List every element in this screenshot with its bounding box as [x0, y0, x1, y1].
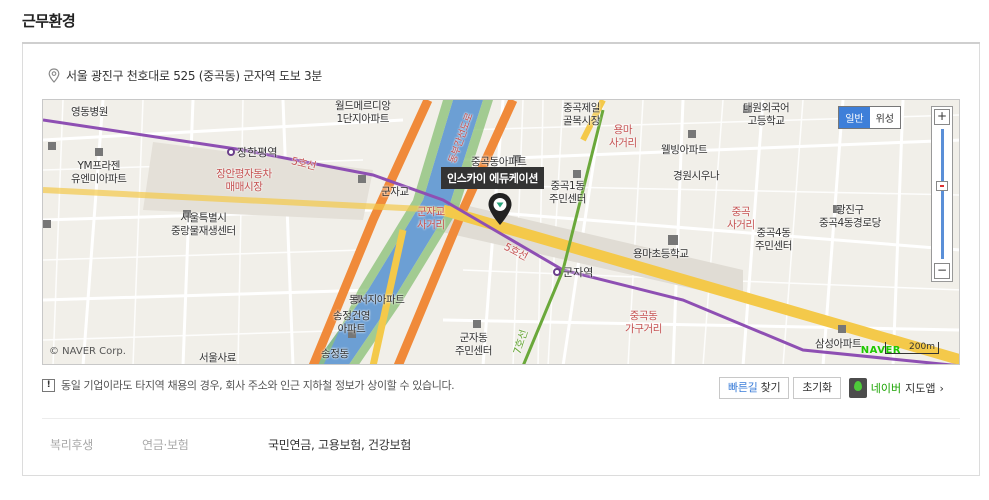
map-poi[interactable]: 용마초등학교 — [633, 248, 689, 261]
map-poi[interactable]: 월드메르디앙 1단지아파트 — [335, 100, 391, 126]
benefit-value: 국민연금, 고용보험, 건강보험 — [268, 438, 411, 452]
address-text: 서울 광진구 천호대로 525 (중곡동) 군자역 도보 3분 — [66, 69, 323, 83]
map-type-satellite-button[interactable]: 위성 — [870, 107, 900, 128]
station-name: 장한평역 — [237, 146, 278, 159]
map-poi[interactable]: 중곡제일 골목시장 — [563, 102, 600, 128]
app-link-brand: 네이버 — [870, 382, 902, 395]
map-poi[interactable]: 서울특별시 중랑물재생센터 — [171, 212, 236, 238]
map-poi[interactable]: 송정건영 아파트 — [333, 310, 370, 336]
map-poi[interactable]: 중곡 사거리 — [727, 206, 755, 232]
map-copyright: © NAVER Corp. — [49, 346, 126, 357]
map-poi[interactable]: 동서지아파트 — [349, 294, 405, 307]
zoom-slider-track[interactable] — [941, 129, 944, 259]
app-link-label: 지도앱 — [905, 382, 936, 395]
map-poi[interactable]: 영동병원 — [71, 106, 108, 119]
map-poi[interactable]: 용마 사거리 — [609, 124, 637, 150]
notice-text: 동일 기업이라도 타지역 채용의 경우, 회사 주소와 인근 지하철 정보가 상… — [61, 379, 455, 392]
chevron-right-icon: › — [939, 381, 944, 395]
route-search-prefix: 빠른길 — [728, 381, 758, 394]
naver-map-app-link[interactable]: 네이버 지도앱 › — [848, 378, 944, 398]
map-poi[interactable]: 서울사료 — [199, 352, 236, 364]
map-poi[interactable]: 경원시우나 — [673, 170, 720, 183]
subway-station[interactable]: 장한평역 — [227, 144, 277, 160]
section-divider — [42, 418, 960, 419]
route-search-button[interactable]: 빠른길 찾기 — [719, 377, 790, 399]
reset-button[interactable]: 초기화 — [793, 377, 841, 399]
station-icon — [227, 148, 235, 156]
map-type-toggle: 일반 위성 — [838, 106, 901, 129]
map-poi[interactable]: 군자교 — [381, 186, 409, 199]
map-poi[interactable]: YM프라젠 유엔미아파트 — [71, 160, 127, 186]
map-poi[interactable]: 장안평자동차 매매시장 — [179, 168, 309, 194]
warning-icon: ! — [42, 378, 55, 392]
map-poi[interactable]: 송정동 — [321, 348, 349, 361]
benefit-category: 복리후생 — [50, 438, 93, 452]
map-scale-bar: 200m — [885, 342, 939, 354]
map-poi[interactable]: 웰빙아파트 — [661, 144, 708, 157]
subway-station[interactable]: 군자역 — [553, 264, 593, 280]
zoom-control: + − — [931, 106, 953, 282]
zoom-slider-thumb[interactable] — [936, 181, 948, 191]
map-poi[interactable]: 군자교 사거리 — [417, 206, 445, 232]
station-name: 군자역 — [563, 266, 594, 279]
map-poi[interactable]: 중곡1동 주민센터 — [549, 180, 586, 206]
notice-row: ! 동일 기업이라도 타지역 채용의 경우, 회사 주소와 인근 지하철 정보가… — [42, 377, 455, 393]
map-poi[interactable]: 대원외국어 고등학교 — [743, 102, 790, 128]
map-marker-icon[interactable] — [487, 192, 513, 226]
company-marker-label[interactable]: 인스카이 에듀케이션 — [441, 167, 544, 189]
map-poi[interactable]: 광진구 중곡4동경로당 — [819, 204, 881, 230]
benefit-subcategory: 연금·보험 — [142, 438, 189, 452]
map-poi[interactable]: 중곡4동 주민센터 — [755, 227, 792, 253]
route-search-suffix: 찾기 — [757, 381, 781, 394]
section-title: 근무환경 — [22, 12, 76, 30]
map-actions: 빠른길 찾기 초기화 네이버 지도앱 › — [719, 377, 944, 399]
map-type-normal-button[interactable]: 일반 — [839, 107, 870, 128]
naver-map-app-icon — [848, 378, 867, 398]
zoom-in-button[interactable]: + — [934, 109, 950, 125]
zoom-out-button[interactable]: − — [934, 263, 950, 279]
map-poi[interactable]: 중곡동 가구거리 — [625, 310, 662, 336]
station-icon — [553, 268, 561, 276]
address-row: 서울 광진구 천호대로 525 (중곡동) 군자역 도보 3분 — [48, 67, 322, 84]
map-poi[interactable]: 군자동 주민센터 — [455, 332, 492, 358]
location-pin-icon — [48, 68, 60, 83]
map-view[interactable]: 영동병원 YM프라젠 유엔미아파트 서울특별시 중랑물재생센터 월드메르디앙 1… — [42, 99, 960, 365]
map-poi[interactable]: 삼성아파트 — [815, 338, 862, 351]
